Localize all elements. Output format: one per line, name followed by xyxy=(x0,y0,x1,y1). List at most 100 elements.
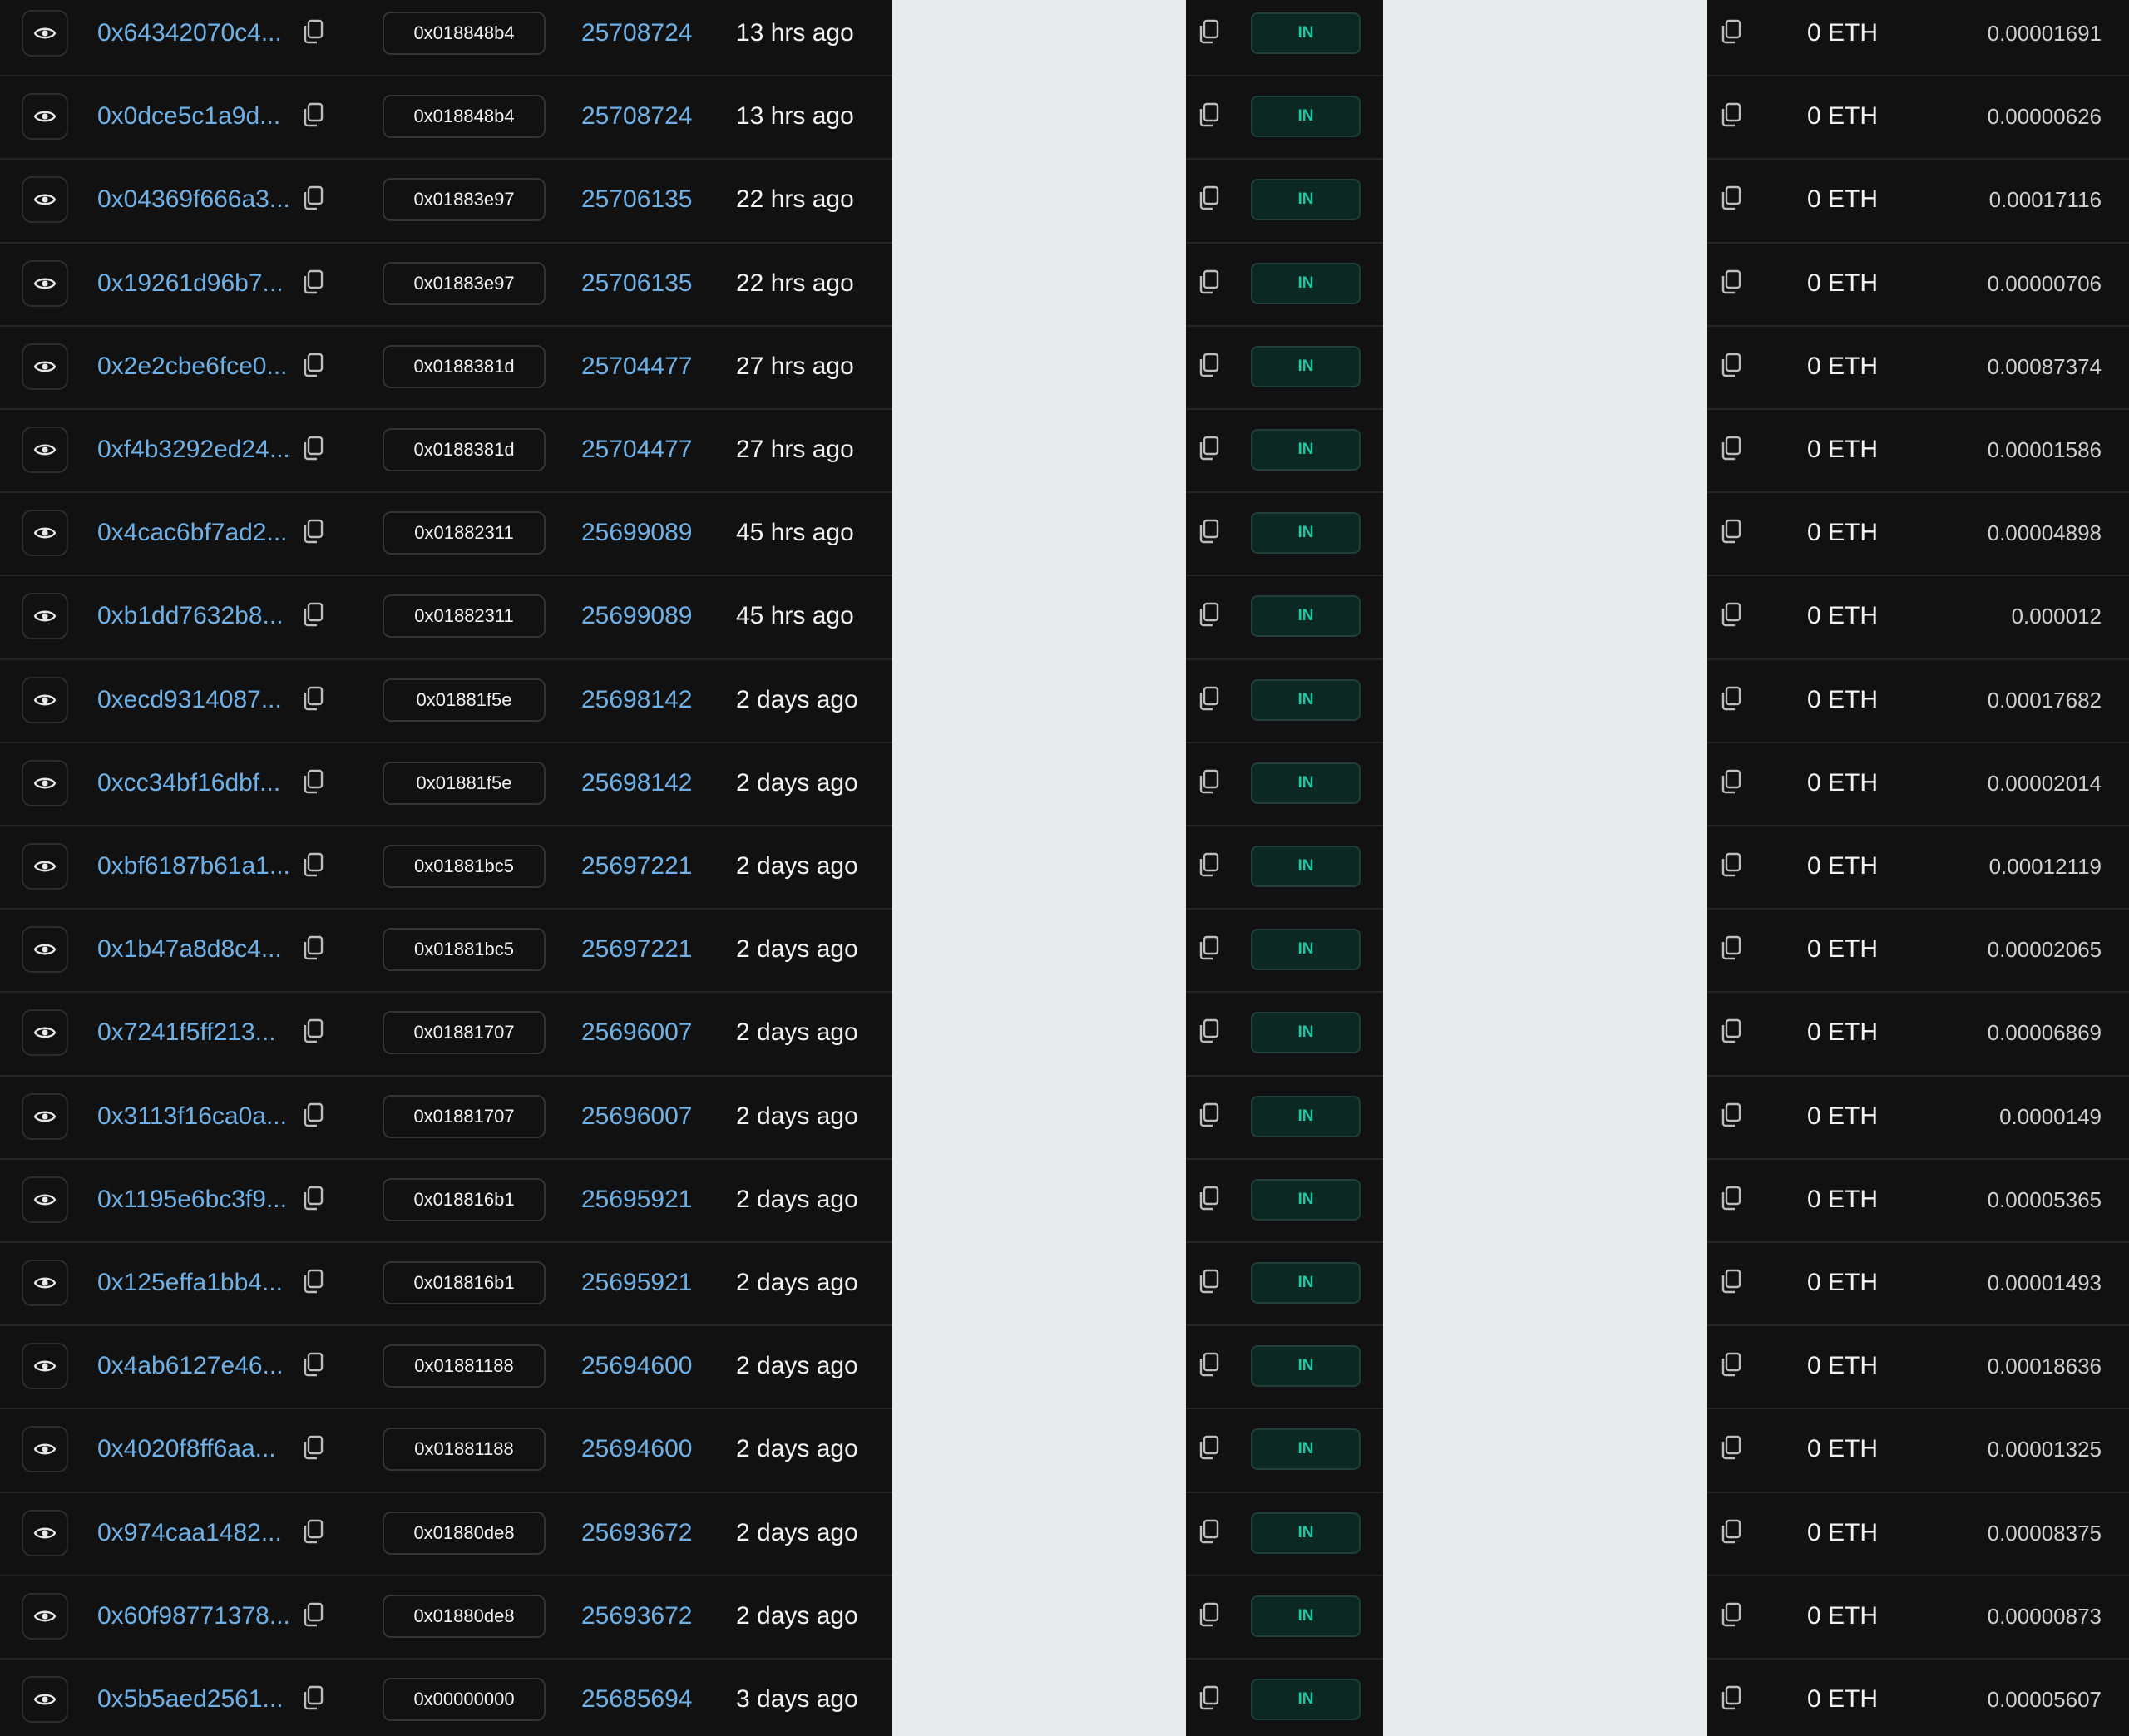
copy-hash-button[interactable] xyxy=(300,1433,327,1462)
copy-to-address-button[interactable] xyxy=(1718,767,1745,796)
tx-hash-link[interactable]: 0x1195e6bc3f9... xyxy=(97,1183,289,1216)
tx-hash-link[interactable]: 0x19261d96b7... xyxy=(97,267,289,300)
tx-hash-link[interactable]: 0x4020f8ff6aa... xyxy=(97,1433,289,1466)
copy-to-address-button[interactable] xyxy=(1718,1683,1745,1713)
copy-hash-button[interactable] xyxy=(300,433,327,463)
copy-from-address-button[interactable] xyxy=(1196,516,1223,546)
block-number-link[interactable]: 25699089 xyxy=(581,516,692,550)
copy-to-address-button[interactable] xyxy=(1718,933,1745,963)
tx-hash-link[interactable]: 0x04369f666a3... xyxy=(97,183,289,216)
copy-to-address-button[interactable] xyxy=(1718,1600,1745,1630)
copy-hash-button[interactable] xyxy=(300,1183,327,1213)
view-details-button[interactable] xyxy=(22,343,68,390)
copy-to-address-button[interactable] xyxy=(1718,1433,1745,1462)
copy-from-address-button[interactable] xyxy=(1196,683,1223,713)
copy-from-address-button[interactable] xyxy=(1196,850,1223,880)
view-details-button[interactable] xyxy=(22,1509,68,1556)
view-details-button[interactable] xyxy=(22,676,68,723)
tx-hash-link[interactable]: 0xf4b3292ed24... xyxy=(97,433,289,466)
block-number-link[interactable]: 25698142 xyxy=(581,767,692,800)
copy-to-address-button[interactable] xyxy=(1718,516,1745,546)
copy-to-address-button[interactable] xyxy=(1718,1016,1745,1046)
copy-from-address-button[interactable] xyxy=(1196,1349,1223,1379)
block-number-link[interactable]: 25704477 xyxy=(581,433,692,466)
copy-from-address-button[interactable] xyxy=(1196,267,1223,297)
copy-to-address-button[interactable] xyxy=(1718,350,1745,380)
copy-from-address-button[interactable] xyxy=(1196,1100,1223,1130)
copy-hash-button[interactable] xyxy=(300,100,327,130)
tx-hash-link[interactable]: 0x125effa1bb4... xyxy=(97,1266,289,1300)
block-number-link[interactable]: 25697221 xyxy=(581,933,692,966)
copy-from-address-button[interactable] xyxy=(1196,767,1223,796)
copy-to-address-button[interactable] xyxy=(1718,1349,1745,1379)
copy-to-address-button[interactable] xyxy=(1718,1183,1745,1213)
copy-from-address-button[interactable] xyxy=(1196,100,1223,130)
tx-hash-link[interactable]: 0x4ab6127e46... xyxy=(97,1349,289,1383)
block-number-link[interactable]: 25706135 xyxy=(581,183,692,216)
view-details-button[interactable] xyxy=(22,759,68,806)
copy-hash-button[interactable] xyxy=(300,1517,327,1546)
view-details-button[interactable] xyxy=(22,593,68,640)
view-details-button[interactable] xyxy=(22,1176,68,1223)
copy-to-address-button[interactable] xyxy=(1718,433,1745,463)
view-details-button[interactable] xyxy=(22,1592,68,1640)
block-number-link[interactable]: 25698142 xyxy=(581,683,692,717)
tx-hash-link[interactable]: 0x7241f5ff213... xyxy=(97,1016,289,1049)
copy-to-address-button[interactable] xyxy=(1718,1266,1745,1296)
block-number-link[interactable]: 25704477 xyxy=(581,350,692,383)
copy-hash-button[interactable] xyxy=(300,1349,327,1379)
view-details-button[interactable] xyxy=(22,259,68,307)
view-details-button[interactable] xyxy=(22,427,68,473)
copy-from-address-button[interactable] xyxy=(1196,1600,1223,1630)
copy-hash-button[interactable] xyxy=(300,933,327,963)
tx-hash-link[interactable]: 0x1b47a8d8c4... xyxy=(97,933,289,966)
tx-hash-link[interactable]: 0xbf6187b61a1... xyxy=(97,850,289,883)
block-number-link[interactable]: 25696007 xyxy=(581,1016,692,1049)
view-details-button[interactable] xyxy=(22,1009,68,1057)
copy-to-address-button[interactable] xyxy=(1718,183,1745,213)
copy-to-address-button[interactable] xyxy=(1718,683,1745,713)
block-number-link[interactable]: 25695921 xyxy=(581,1266,692,1300)
block-number-link[interactable]: 25699089 xyxy=(581,599,692,633)
tx-hash-link[interactable]: 0x4cac6bf7ad2... xyxy=(97,516,289,550)
block-number-link[interactable]: 25694600 xyxy=(581,1349,692,1383)
copy-from-address-button[interactable] xyxy=(1196,933,1223,963)
tx-hash-link[interactable]: 0xcc34bf16dbf... xyxy=(97,767,289,800)
copy-hash-button[interactable] xyxy=(300,350,327,380)
block-number-link[interactable]: 25693672 xyxy=(581,1600,692,1633)
block-number-link[interactable]: 25706135 xyxy=(581,267,692,300)
copy-from-address-button[interactable] xyxy=(1196,350,1223,380)
copy-hash-button[interactable] xyxy=(300,17,327,47)
block-number-link[interactable]: 25693672 xyxy=(581,1517,692,1550)
block-number-link[interactable]: 25695921 xyxy=(581,1183,692,1216)
copy-from-address-button[interactable] xyxy=(1196,1266,1223,1296)
view-details-button[interactable] xyxy=(22,1260,68,1306)
view-details-button[interactable] xyxy=(22,176,68,224)
copy-from-address-button[interactable] xyxy=(1196,1016,1223,1046)
view-details-button[interactable] xyxy=(22,10,68,57)
tx-hash-link[interactable]: 0x5b5aed2561... xyxy=(97,1683,289,1716)
block-number-link[interactable]: 25685694 xyxy=(581,1683,692,1716)
copy-hash-button[interactable] xyxy=(300,1683,327,1713)
copy-from-address-button[interactable] xyxy=(1196,599,1223,629)
block-number-link[interactable]: 25708724 xyxy=(581,17,692,50)
copy-hash-button[interactable] xyxy=(300,1600,327,1630)
view-details-button[interactable] xyxy=(22,1426,68,1473)
copy-from-address-button[interactable] xyxy=(1196,1183,1223,1213)
copy-to-address-button[interactable] xyxy=(1718,100,1745,130)
copy-from-address-button[interactable] xyxy=(1196,17,1223,47)
copy-hash-button[interactable] xyxy=(300,267,327,297)
view-details-button[interactable] xyxy=(22,93,68,141)
copy-hash-button[interactable] xyxy=(300,1266,327,1296)
copy-to-address-button[interactable] xyxy=(1718,17,1745,47)
block-number-link[interactable]: 25708724 xyxy=(581,100,692,133)
copy-to-address-button[interactable] xyxy=(1718,267,1745,297)
copy-to-address-button[interactable] xyxy=(1718,1517,1745,1546)
copy-to-address-button[interactable] xyxy=(1718,850,1745,880)
copy-hash-button[interactable] xyxy=(300,683,327,713)
view-details-button[interactable] xyxy=(22,1676,68,1723)
copy-hash-button[interactable] xyxy=(300,850,327,880)
copy-hash-button[interactable] xyxy=(300,1016,327,1046)
tx-hash-link[interactable]: 0x64342070c4... xyxy=(97,17,289,50)
view-details-button[interactable] xyxy=(22,1092,68,1140)
